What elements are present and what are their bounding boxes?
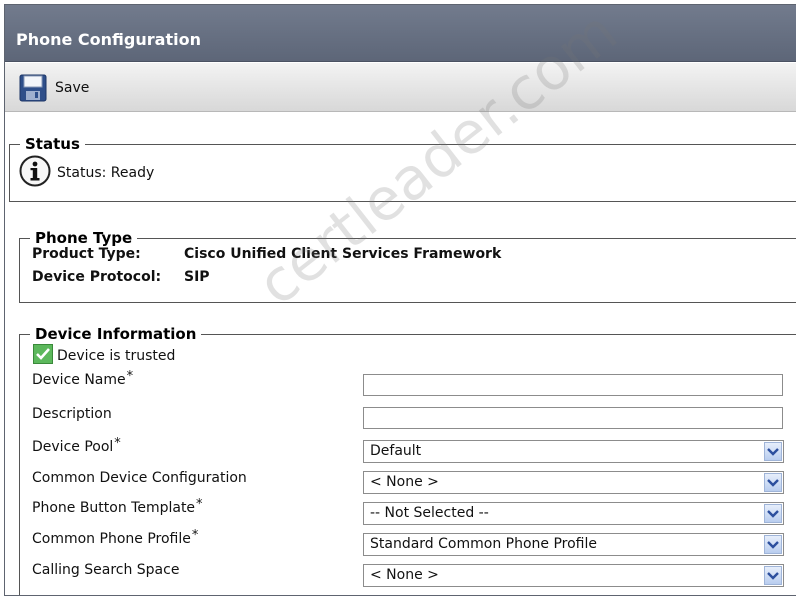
calling-search-space-select[interactable]: < None >: [363, 564, 784, 587]
chevron-down-icon[interactable]: [764, 535, 782, 554]
status-legend: Status: [25, 135, 80, 153]
chevron-down-icon[interactable]: [764, 566, 782, 585]
device-protocol-row: Device Protocol: SIP: [32, 269, 210, 285]
device-trusted-row: Device is trusted: [33, 344, 175, 368]
calling-search-space-value: < None >: [370, 567, 439, 583]
common-device-configuration-value: < None >: [370, 474, 439, 490]
device-pool-value: Default: [370, 443, 422, 459]
product-type-value: Cisco Unified Client Services Framework: [184, 246, 502, 262]
phone-button-template-label: Phone Button Template*: [32, 497, 203, 516]
device-pool-label: Device Pool*: [32, 436, 121, 455]
device-trusted-label: Device is trusted: [57, 348, 176, 364]
phone-button-template-select[interactable]: -- Not Selected --: [363, 502, 784, 525]
device-information-legend: Device Information: [35, 325, 197, 343]
device-name-input[interactable]: [363, 374, 783, 396]
chevron-down-icon[interactable]: [764, 442, 782, 461]
required-asterisk: *: [191, 528, 199, 543]
chevron-down-icon[interactable]: [764, 473, 782, 492]
common-device-configuration-select[interactable]: < None >: [363, 471, 784, 494]
common-phone-profile-label: Common Phone Profile*: [32, 528, 199, 547]
save-button[interactable]: Save: [19, 73, 89, 103]
common-phone-profile-value: Standard Common Phone Profile: [370, 536, 597, 552]
product-type-row: Product Type: Cisco Unified Client Servi…: [32, 246, 501, 262]
common-phone-profile-select[interactable]: Standard Common Phone Profile: [363, 533, 784, 556]
description-input[interactable]: [363, 407, 783, 429]
phone-button-template-value: -- Not Selected --: [370, 505, 489, 521]
info-icon: [19, 155, 51, 191]
required-asterisk: *: [126, 369, 134, 384]
required-asterisk: *: [196, 497, 203, 512]
chevron-down-icon[interactable]: [764, 504, 782, 523]
product-type-label: Product Type:: [32, 246, 141, 262]
calling-search-space-label: Calling Search Space: [32, 562, 180, 578]
status-text: Status: Ready: [57, 165, 155, 181]
device-pool-select[interactable]: Default: [363, 440, 784, 463]
description-label: Description: [32, 406, 112, 422]
save-label: Save: [55, 80, 90, 96]
phone-configuration-window: Phone Configuration Save Status Status: …: [4, 4, 796, 596]
title-bar: Phone Configuration: [5, 5, 796, 62]
common-device-configuration-label: Common Device Configuration: [32, 470, 247, 486]
checkmark-icon: [33, 344, 53, 368]
phone-type-legend: Phone Type: [35, 229, 133, 247]
page-title: Phone Configuration: [16, 30, 201, 49]
device-protocol-value: SIP: [184, 269, 210, 285]
required-asterisk: *: [114, 436, 121, 451]
status-row: Status: Ready: [19, 155, 154, 191]
toolbar: Save: [5, 63, 796, 112]
phone-type-section: Phone Type: [19, 229, 796, 303]
floppy-disk-icon: [19, 74, 47, 102]
device-protocol-label: Device Protocol:: [32, 269, 162, 285]
device-name-label: Device Name*: [32, 369, 134, 388]
